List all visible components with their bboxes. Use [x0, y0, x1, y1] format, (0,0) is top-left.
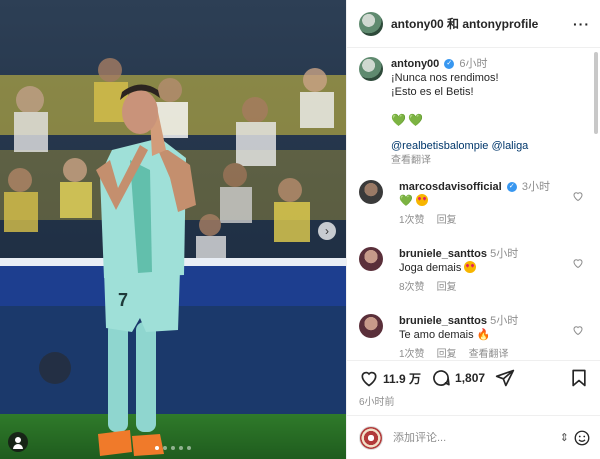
next-photo-button[interactable]: › [318, 222, 336, 240]
avatar[interactable] [359, 11, 383, 36]
comment-text: Joga demais [399, 262, 462, 274]
comment-input[interactable] [393, 431, 560, 444]
post-actions: 11.9 万 1,807 6小时前 [347, 360, 600, 408]
comment-item: marcosdavisofficial ✓ 3小时 💚 1次赞 回复 [359, 180, 584, 228]
reply-button[interactable]: 回复 [437, 214, 457, 228]
carousel-indicator [155, 446, 191, 450]
comment-item: bruniele_santtos 5小时 Te amo demais 🔥 1次赞… [359, 314, 584, 360]
comment-icon[interactable] [431, 368, 451, 388]
svg-text:7: 7 [118, 290, 128, 310]
carousel-dot [179, 446, 183, 450]
carousel-dot [187, 446, 191, 450]
comment-composer: ⇕ [347, 415, 600, 459]
comments-scrollbar[interactable] [594, 52, 598, 134]
comments-list[interactable]: antony00 ✓ 6小时 ¡Nunca nos rendimos! ¡Est… [347, 49, 600, 360]
heart-icon[interactable] [359, 368, 379, 388]
comment-likes[interactable]: 1次赞 [399, 348, 425, 360]
instagram-post: 7 › antony00 和 antonyprofile ··· antony0… [0, 0, 600, 459]
caption-hearts: 💚💚 [391, 113, 425, 127]
caption-username[interactable]: antony00 [391, 58, 439, 70]
football-player-photo: 7 [0, 0, 346, 459]
carousel-dot [171, 446, 175, 450]
emoji-icon[interactable] [573, 429, 591, 447]
comment-username[interactable]: marcosdavisofficial [399, 181, 502, 193]
verified-icon: ✓ [444, 59, 455, 70]
likes-count[interactable]: 11.9 万 [383, 370, 421, 387]
caption-time[interactable]: 6小时 [459, 58, 487, 70]
post-side-panel: antony00 和 antonyprofile ··· antony00 ✓ … [346, 0, 600, 459]
comment-likes[interactable]: 1次赞 [399, 214, 425, 228]
comments-count[interactable]: 1,807 [455, 371, 485, 385]
see-translation-link[interactable]: 查看翻译 [469, 348, 509, 360]
chevron-right-icon: › [325, 224, 329, 238]
gif-icon[interactable]: ⇕ [560, 431, 569, 444]
see-translation-link[interactable]: 查看翻译 [391, 154, 584, 168]
comment-username[interactable]: bruniele_santtos [399, 248, 487, 260]
carousel-dot [155, 446, 159, 450]
reply-button[interactable]: 回复 [437, 281, 457, 295]
heart-icon[interactable] [572, 257, 584, 269]
heart-eyes-emoji-icon [464, 261, 477, 273]
bookmark-icon[interactable] [569, 368, 589, 388]
tag-link[interactable]: @laliga [491, 140, 528, 152]
comment-username[interactable]: bruniele_santtos [399, 315, 487, 327]
comment-text: 💚 [399, 195, 413, 207]
post-author[interactable]: antony00 和 antonyprofile [391, 15, 573, 32]
posted-time[interactable]: 6小时前 [359, 393, 395, 408]
avatar[interactable] [359, 57, 383, 81]
caption: antony00 ✓ 6小时 ¡Nunca nos rendimos! ¡Est… [359, 57, 584, 168]
more-icon[interactable]: ··· [573, 16, 590, 32]
comment-text: Te amo demais [399, 329, 474, 341]
comment-likes[interactable]: 8次赞 [399, 281, 425, 295]
fire-emoji-icon: 🔥 [476, 329, 491, 341]
post-header: antony00 和 antonyprofile ··· [347, 0, 600, 48]
avatar[interactable] [359, 180, 383, 204]
verified-icon: ✓ [506, 182, 517, 193]
heart-icon[interactable] [572, 190, 584, 202]
carousel-dot [163, 446, 167, 450]
post-photo[interactable]: 7 › [0, 0, 346, 459]
comment-time[interactable]: 3小时 [522, 181, 550, 193]
comment-time[interactable]: 5小时 [490, 315, 518, 327]
caption-line-2: ¡Esto es el Betis! [391, 86, 474, 98]
avatar[interactable] [359, 314, 383, 338]
share-icon[interactable] [495, 368, 515, 388]
heart-eyes-emoji-icon [415, 194, 428, 206]
tag-link[interactable]: @realbetisbalompie [391, 140, 488, 152]
user-tag-icon[interactable] [8, 432, 28, 452]
heart-icon[interactable] [572, 324, 584, 336]
caption-line-1: ¡Nunca nos rendimos! [391, 72, 499, 84]
avatar[interactable] [359, 247, 383, 271]
comment-time[interactable]: 5小时 [490, 248, 518, 260]
avatar [359, 425, 383, 450]
reply-button[interactable]: 回复 [437, 348, 457, 360]
comment-item: bruniele_santtos 5小时 Joga demais 8次赞 回复 [359, 247, 584, 295]
